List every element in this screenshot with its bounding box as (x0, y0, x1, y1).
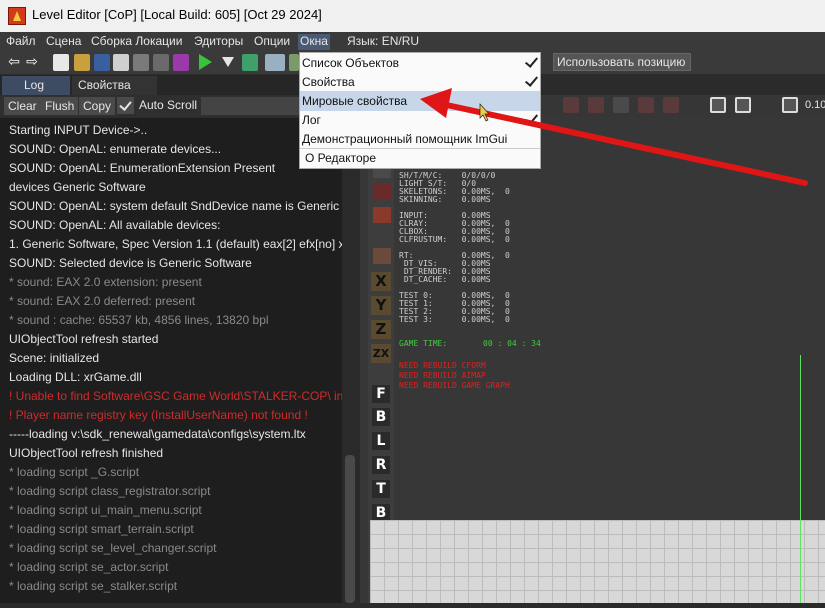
log-line: * loading script se_level_changer.script (9, 541, 217, 555)
paint-icon[interactable] (373, 207, 391, 223)
view-top-button[interactable]: T (372, 480, 390, 498)
log-line: SOUND: Selected device is Generic Softwa… (9, 256, 252, 270)
log-line: -----loading v:\sdk_renewal\gamedata\con… (9, 427, 306, 441)
tab-log[interactable]: Log (2, 76, 70, 95)
grid-toggle-icon[interactable] (782, 97, 798, 113)
log-line: * loading script se_stalker.script (9, 579, 178, 593)
play-icon[interactable] (197, 54, 213, 71)
log-line: * sound: EAX 2.0 extension: present (9, 275, 202, 289)
menu-object-list[interactable]: Список Объектов (302, 54, 399, 72)
menu-options[interactable]: Опции (254, 34, 290, 50)
view-right-button[interactable]: R (372, 456, 390, 474)
axis-z-button[interactable]: Z (371, 320, 391, 339)
copy-button[interactable]: Copy (79, 97, 116, 115)
log-line: devices Generic Software (9, 180, 146, 194)
snap-angle-icon[interactable] (663, 97, 679, 113)
zoom-extents-icon[interactable] (710, 97, 726, 113)
stats-collision: INPUT: 0.00MS CLRAY: 0.00MS, 0 CLBOX: 0.… (399, 211, 510, 244)
refresh-icon[interactable] (242, 54, 258, 71)
menu-world-properties[interactable]: Мировые свойства (302, 92, 407, 110)
sky-icon[interactable] (265, 54, 285, 71)
log-line: * loading script ui_main_menu.script (9, 503, 202, 517)
log-line: * loading script class_registrator.scrip… (9, 484, 211, 498)
use-position-button[interactable]: Использовать позицию (553, 53, 691, 71)
snap-grid-icon[interactable] (613, 97, 629, 113)
log-line: SOUND: OpenAL: EnumerationExtension Pres… (9, 161, 276, 175)
snap-object-icon[interactable] (563, 97, 579, 113)
stats-render: SH/T/M/C: 0/0/0/0 LIGHT S/T: 0/0 SKELETO… (399, 171, 510, 204)
zoom-selected-icon[interactable] (735, 97, 751, 113)
log-line: Scene: initialized (9, 351, 100, 365)
view-back-button[interactable]: B (372, 408, 390, 426)
dropdown-arrow-icon[interactable] (220, 54, 236, 71)
view-front-button[interactable]: F (372, 385, 390, 403)
autoscroll-checkbox[interactable] (117, 97, 134, 114)
menu-file[interactable]: Файл (6, 34, 36, 50)
save-icon[interactable] (94, 54, 110, 71)
build-icon[interactable] (113, 54, 129, 71)
tool-icon[interactable] (153, 54, 169, 71)
snap-move-icon[interactable] (638, 97, 654, 113)
stats-tests: TEST 0: 0.00MS, 0 TEST 1: 0.00MS, 0 TEST… (399, 291, 510, 324)
open-folder-icon[interactable] (74, 54, 90, 71)
log-scrollbar-thumb[interactable] (345, 455, 355, 603)
log-line: * sound : cache: 65537 kb, 4856 lines, 1… (9, 313, 269, 327)
flush-button[interactable]: Flush (41, 97, 79, 115)
undo-icon[interactable]: ⇦ (6, 54, 22, 71)
menu-editors[interactable]: Эдиторы (194, 34, 243, 50)
view-left-button[interactable]: L (372, 432, 390, 450)
log-line: * sound: EAX 2.0 deferred: present (9, 294, 196, 308)
log-line: * loading script _G.script (9, 465, 140, 479)
tab-properties[interactable]: Свойства (72, 76, 157, 95)
redo-icon[interactable]: ⇨ (24, 54, 40, 71)
menu-bar: Файл Сцена Сборка Локации Эдиторы Опции … (0, 32, 825, 52)
log-line: UIObjectTool refresh finished (9, 446, 164, 460)
log-output: Starting INPUT Device->.. SOUND: OpenAL: … (0, 118, 342, 603)
log-line: UIObjectTool refresh started (9, 332, 159, 346)
axis-zx-button[interactable]: ZX (371, 344, 391, 363)
log-line: SOUND: OpenAL: system default SndDevice … (9, 199, 342, 213)
menu-imgui-demo[interactable]: Демонстрационный помощник ImGui (302, 130, 507, 148)
menu-scene[interactable]: Сцена (46, 34, 81, 50)
log-line: ! Unable to find Software\GSC Game World… (9, 389, 342, 403)
log-line: Starting INPUT Device->.. (9, 123, 148, 137)
compile-icon[interactable] (133, 54, 149, 71)
log-line: 1. Generic Software, Spec Version 1.1 (d… (9, 237, 342, 251)
menu-language[interactable]: Язык: EN/RU (347, 34, 419, 50)
game-time-label: GAME TIME: (399, 339, 448, 348)
title-bar: Level Editor [CoP] [Local Build: 605] [O… (0, 0, 825, 32)
game-time-value: 00 : 04 : 34 (483, 339, 541, 348)
axis-line (800, 355, 801, 603)
snap-vertex-icon[interactable] (588, 97, 604, 113)
menu-windows[interactable]: Окна (298, 34, 330, 50)
clear-button[interactable]: Clear (4, 97, 41, 115)
axis-y-button[interactable]: Y (371, 296, 391, 315)
axis-x-button[interactable]: X (371, 272, 391, 291)
log-line: SOUND: OpenAL: All available devices: (9, 218, 221, 232)
select-icon[interactable] (373, 184, 391, 200)
menu-properties[interactable]: Свойства (302, 73, 355, 91)
log-line: * loading script smart_terrain.script (9, 522, 194, 536)
autoscroll-label: Auto Scroll (139, 98, 198, 112)
ground-grid (370, 520, 825, 603)
log-line: * loading script se_actor.script (9, 560, 169, 574)
log-line: Loading DLL: xrGame.dll (9, 370, 142, 384)
axis-icon[interactable] (373, 248, 391, 264)
warning-cform: NEED REBUILD CFORM (399, 361, 486, 370)
stats-rt: RT: 0.00MS, 0 DT_VIS: 0.00MS DT_RENDER: … (399, 251, 510, 284)
menu-log[interactable]: Лог (302, 111, 321, 129)
app-icon (8, 7, 26, 25)
log-line: ! Player name registry key (InstallUserN… (9, 408, 308, 422)
new-file-icon[interactable] (53, 54, 69, 71)
shader-icon[interactable] (173, 54, 189, 71)
menu-about[interactable]: О Редакторе (305, 149, 376, 167)
window-title: Level Editor [CoP] [Local Build: 605] [O… (32, 7, 322, 22)
log-line: SOUND: OpenAL: enumerate devices... (9, 142, 222, 156)
zoom-value: 0.10 (805, 99, 825, 111)
menu-build-location[interactable]: Сборка Локации (91, 34, 182, 50)
warning-game-graph: NEED REBUILD GAME GRAPH (399, 381, 510, 390)
warning-aimap: NEED REBUILD AIMAP (399, 371, 486, 380)
terrain-icon[interactable] (289, 54, 299, 71)
